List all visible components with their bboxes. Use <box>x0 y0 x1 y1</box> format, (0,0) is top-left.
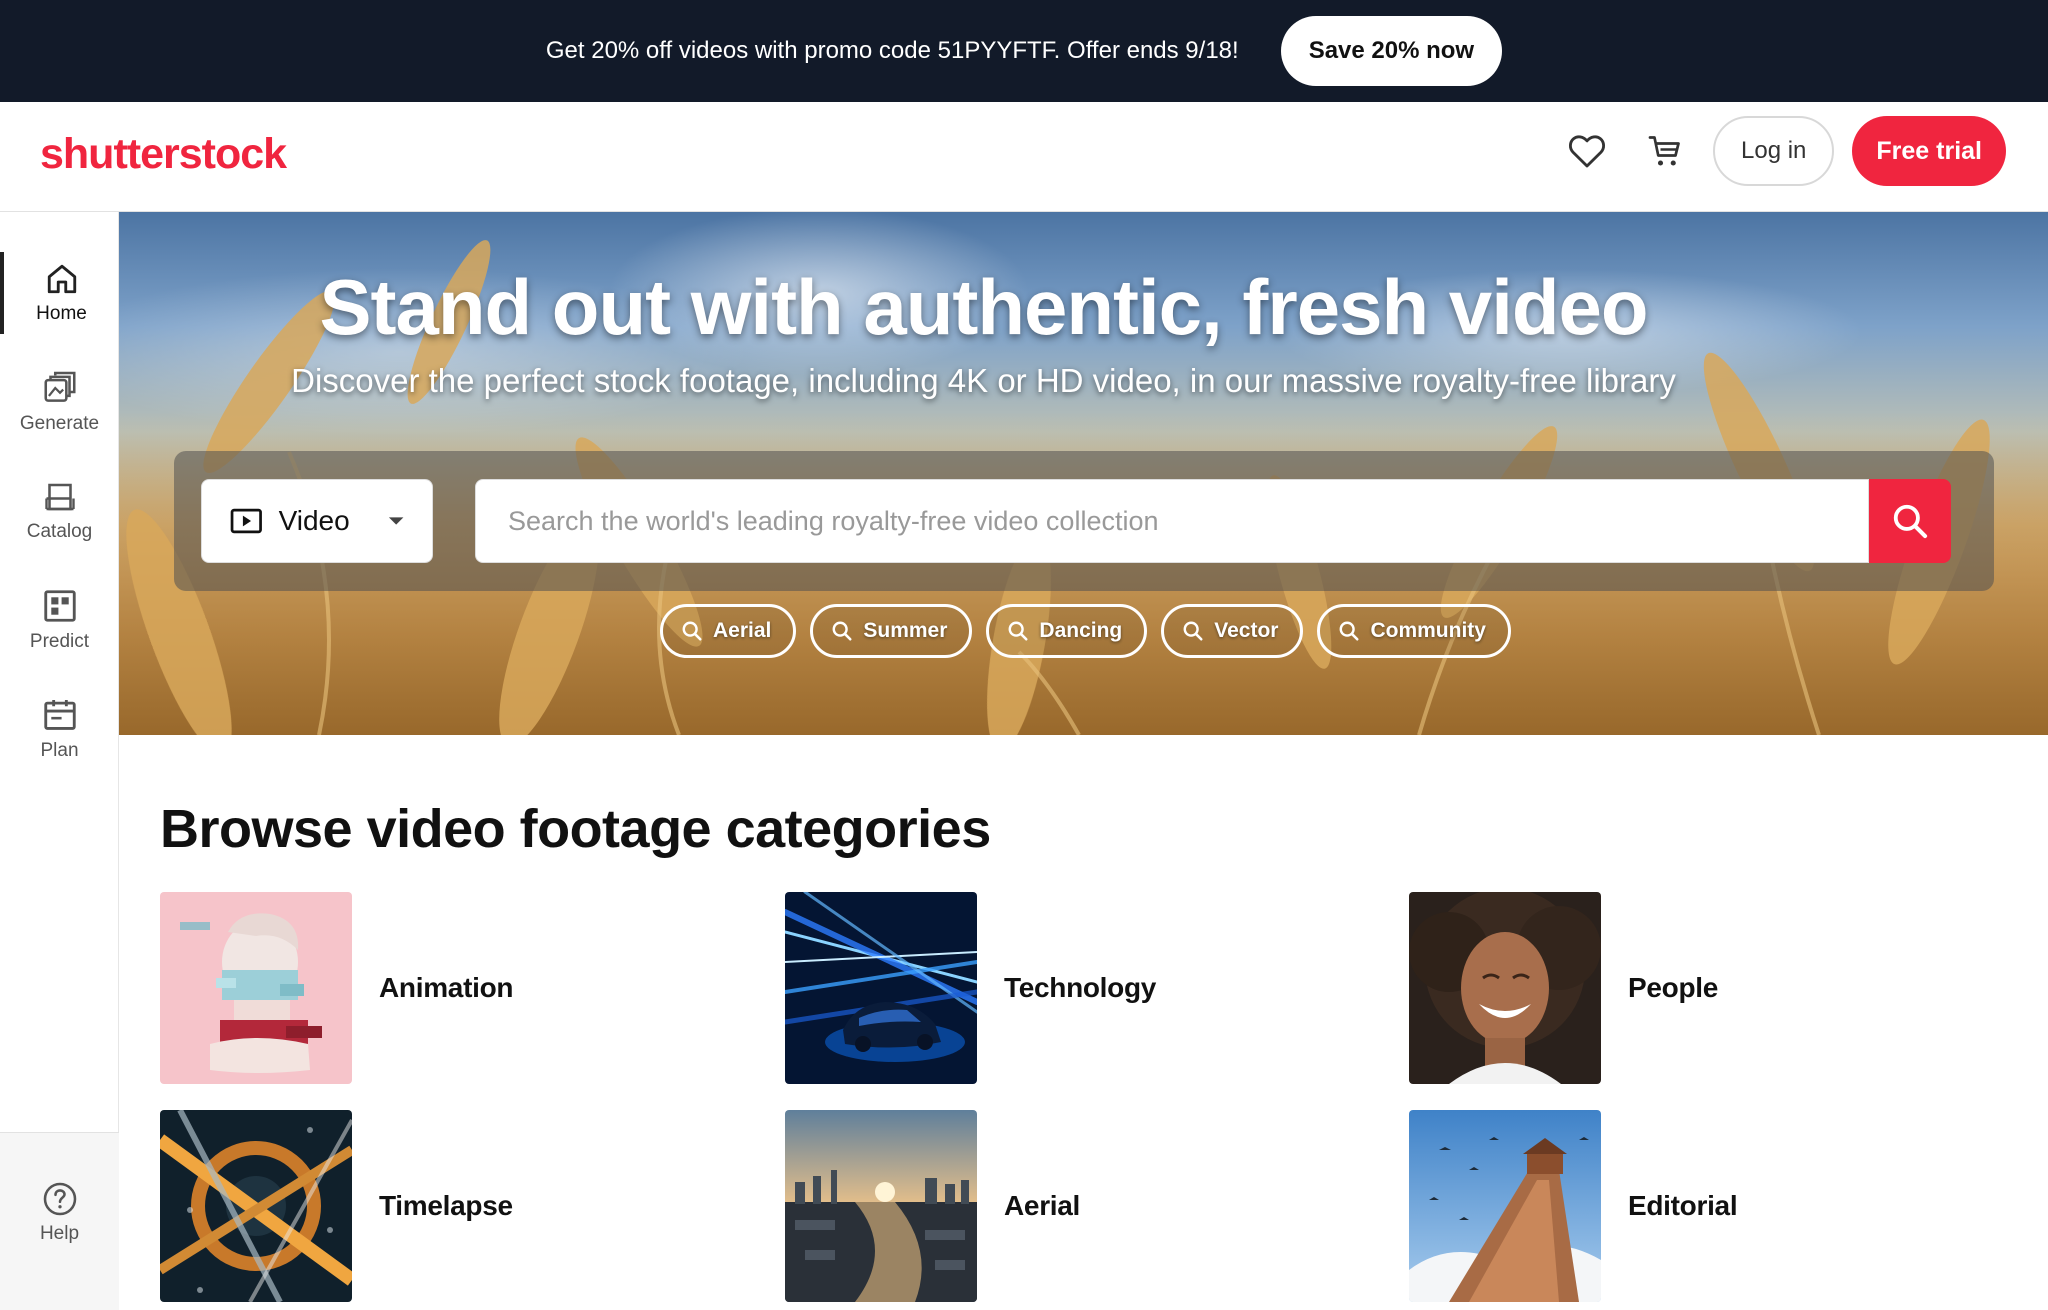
media-type-value: Video <box>278 505 350 536</box>
chip-dancing[interactable]: Dancing <box>986 604 1148 658</box>
search-field <box>475 479 1869 563</box>
help-section: Help <box>0 1132 119 1310</box>
search-panel: Video <box>174 451 1994 591</box>
category-timelapse[interactable]: Timelapse <box>160 1110 740 1302</box>
cart-icon[interactable] <box>1635 121 1695 181</box>
sidebar-item-predict[interactable]: Predict <box>0 579 119 661</box>
sidebar-item-label: Predict <box>29 631 90 652</box>
free-trial-button[interactable]: Free trial <box>1852 116 2006 186</box>
category-label: Animation <box>379 972 514 1003</box>
sidebar-item-label: Generate <box>19 413 100 434</box>
category-thumbnail <box>1409 892 1601 1084</box>
category-thumbnail <box>1409 1110 1601 1302</box>
shutterstock-logo[interactable]: shutterstock <box>40 124 287 184</box>
category-thumbnail <box>785 1110 977 1302</box>
chip-vector[interactable]: Vector <box>1161 604 1304 658</box>
search-icon <box>832 621 852 641</box>
login-button[interactable]: Log in <box>1713 116 1835 186</box>
help-icon <box>43 1182 76 1216</box>
sidebar-item-label: Help <box>39 1223 80 1244</box>
sidebar-item-help[interactable]: Help <box>0 1172 119 1254</box>
header-actions: Log in Free trial <box>1557 116 2006 186</box>
chip-label: Summer <box>863 619 948 642</box>
chip-summer[interactable]: Summer <box>810 604 973 658</box>
hero-subtitle: Discover the perfect stock footage, incl… <box>291 362 1676 399</box>
category-label: People <box>1628 972 1719 1003</box>
media-type-dropdown[interactable]: Video <box>201 479 433 563</box>
home-icon <box>47 264 76 294</box>
category-editorial[interactable]: Editorial <box>1409 1110 1989 1302</box>
category-thumbnail <box>160 892 352 1084</box>
catalog-icon <box>44 483 75 511</box>
browse-section-title: Browse video footage categories <box>160 799 991 859</box>
video-icon <box>230 508 262 534</box>
category-people[interactable]: People <box>1409 892 1989 1084</box>
predict-icon <box>43 590 76 622</box>
left-sidebar: Home Generate Catalog Predict Plan Help <box>0 212 119 1310</box>
sidebar-item-generate[interactable]: Generate <box>0 361 119 443</box>
search-icon <box>1340 621 1359 641</box>
category-label: Editorial <box>1628 1190 1738 1221</box>
category-label: Aerial <box>1004 1190 1081 1221</box>
sidebar-item-label: Home <box>36 303 87 324</box>
plan-icon <box>43 699 76 730</box>
site-header: shutterstock Log in Free trial <box>0 102 2048 212</box>
category-technology[interactable]: Technology <box>785 892 1365 1084</box>
sidebar-item-catalog[interactable]: Catalog <box>0 470 119 552</box>
sidebar-item-home[interactable]: Home <box>0 252 119 334</box>
generate-icon <box>43 371 76 402</box>
chip-community[interactable]: Community <box>1317 604 1511 658</box>
heart-icon[interactable] <box>1557 121 1617 181</box>
suggestion-chips: Aerial Summer Dancing Vector Community <box>660 604 1511 658</box>
chip-label: Dancing <box>1039 619 1123 642</box>
sidebar-divider <box>0 1132 119 1133</box>
sidebar-item-label: Plan <box>40 740 79 761</box>
category-thumbnail <box>160 1110 352 1302</box>
save-20-button[interactable]: Save 20% now <box>1280 16 1503 86</box>
search-icon <box>682 621 702 641</box>
hero-banner: Stand out with authentic, fresh video Di… <box>119 212 2048 735</box>
search-button[interactable] <box>1869 479 1951 563</box>
hero-title: Stand out with authentic, fresh video <box>319 263 1648 351</box>
chip-label: Vector <box>1214 619 1279 642</box>
search-input[interactable] <box>476 480 1868 562</box>
category-label: Technology <box>1004 972 1157 1003</box>
category-thumbnail <box>785 892 977 1084</box>
chip-label: Aerial <box>713 619 772 642</box>
sidebar-item-label: Catalog <box>26 521 93 542</box>
search-icon <box>1893 504 1928 539</box>
promo-banner: Get 20% off videos with promo code 51PYY… <box>0 0 2048 102</box>
promo-text: Get 20% off videos with promo code 51PYY… <box>545 37 1239 64</box>
search-icon <box>1008 621 1028 641</box>
chevron-down-icon <box>388 517 404 525</box>
chip-label: Community <box>1370 619 1486 642</box>
search-icon <box>1183 621 1203 641</box>
category-aerial[interactable]: Aerial <box>785 1110 1365 1302</box>
chip-aerial[interactable]: Aerial <box>660 604 797 658</box>
category-label: Timelapse <box>379 1190 513 1221</box>
category-animation[interactable]: Animation <box>160 892 740 1084</box>
sidebar-item-plan[interactable]: Plan <box>0 688 119 770</box>
